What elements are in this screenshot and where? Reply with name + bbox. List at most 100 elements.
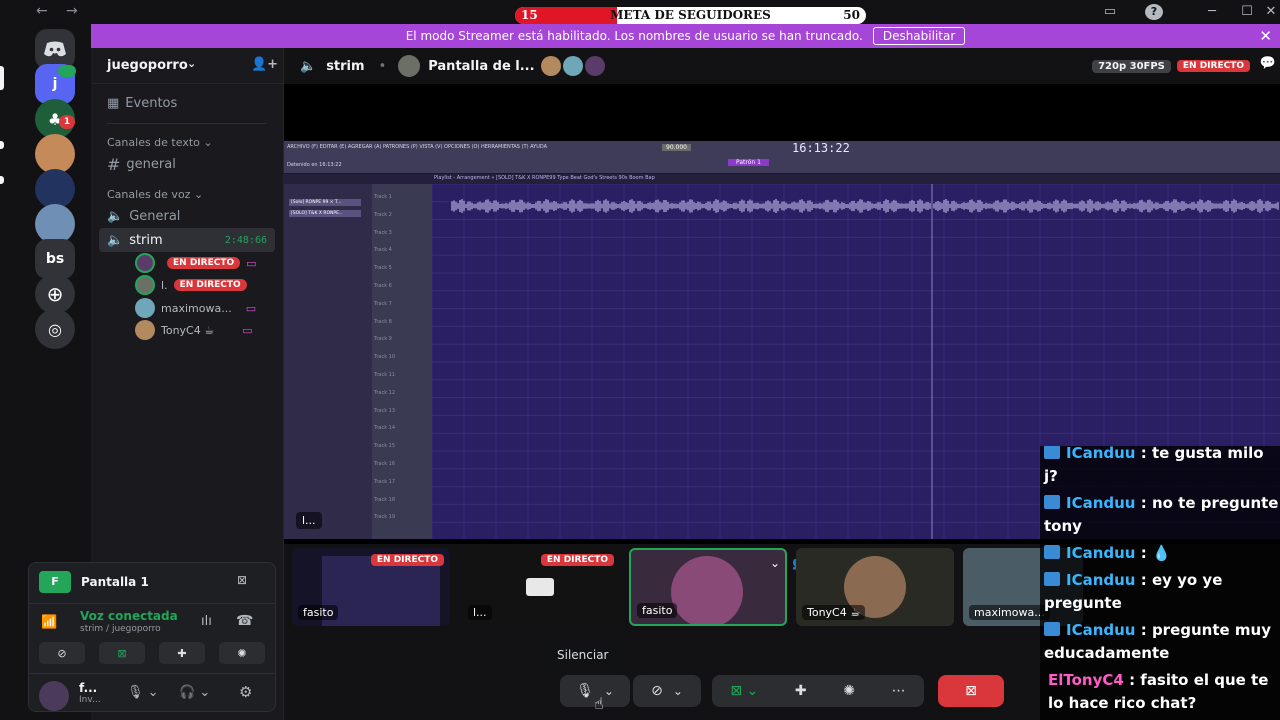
- disconnect-icon[interactable]: ☎: [236, 613, 253, 629]
- soundboard-icon[interactable]: ✺: [843, 683, 855, 699]
- live-badge: EN DIRECTO: [167, 257, 241, 269]
- guild-header[interactable]: juegoporro ⌄ 👤+: [91, 48, 284, 84]
- fl-playlist-title: Playlist - Arrangement » [SOLO] T&K X RO…: [434, 175, 655, 181]
- events-item[interactable]: ▦ Eventos: [99, 91, 275, 115]
- voice-category[interactable]: Canales de voz ⌄: [107, 188, 203, 201]
- fl-time: 16:13:22: [792, 141, 850, 155]
- participant-tile[interactable]: EN DIRECTO l...: [462, 548, 620, 626]
- fl-track-label: Track 17: [374, 478, 396, 485]
- fl-track-label: Track 2: [374, 211, 392, 218]
- server-photo-2[interactable]: [35, 169, 75, 209]
- tile-label: l...: [468, 605, 492, 620]
- mention-badge: 1: [59, 115, 75, 129]
- participant-tile[interactable]: TonyC4 ☕: [796, 548, 954, 626]
- fl-picker-panel: [Solo] RONPE 99 × T... [SOLO] T&K X RONP…: [284, 184, 372, 539]
- voice-connection-panel: F Pantalla 1 ⊠ 📶 Voz conectada strim / j…: [28, 562, 276, 712]
- add-server-icon[interactable]: ⊕: [35, 274, 75, 314]
- voice-channel-path: strim / juegoporro: [80, 624, 161, 634]
- participant-tile[interactable]: EN DIRECTO fasito: [292, 548, 450, 626]
- close-icon[interactable]: ✕: [1259, 27, 1272, 45]
- mouse-cursor: ☝: [594, 694, 604, 713]
- chat-author: ICanduu: [1066, 544, 1136, 562]
- server-photo-3[interactable]: [35, 204, 75, 244]
- close-window-icon[interactable]: ✕: [1262, 4, 1280, 20]
- fl-track-list: Track 1 Track 2 Track 3 Track 4 Track 5 Track…: [372, 184, 432, 539]
- disable-streamer-mode-button[interactable]: Deshabilitar: [872, 27, 966, 45]
- discord-home-icon[interactable]: [35, 29, 75, 69]
- platform-icon: [1044, 545, 1060, 559]
- camera-button[interactable]: ⊘: [39, 642, 85, 664]
- stop-stream-icon[interactable]: ⊠: [237, 573, 247, 587]
- text-category[interactable]: Canales de texto ⌄: [107, 136, 213, 149]
- settings-gear-icon[interactable]: ⚙: [239, 683, 252, 701]
- fl-track-label: Track 19: [374, 514, 396, 521]
- soundboard-button[interactable]: ✺: [219, 642, 265, 664]
- help-icon[interactable]: ?: [1145, 4, 1163, 20]
- discover-icon[interactable]: ◎: [35, 309, 75, 349]
- avatar: [135, 253, 155, 273]
- server-photo-1[interactable]: [35, 134, 75, 174]
- forward-arrow-icon[interactable]: →: [66, 3, 78, 19]
- avatar[interactable]: [39, 681, 69, 711]
- back-arrow-icon[interactable]: ←: [36, 3, 48, 19]
- channel-general[interactable]: # general: [99, 152, 275, 176]
- invite-members-icon[interactable]: 👤+: [251, 57, 278, 72]
- voice-user[interactable]: EN DIRECTO ▭: [135, 253, 257, 273]
- avatar: [135, 275, 155, 295]
- maximize-icon[interactable]: ☐: [1238, 4, 1256, 20]
- minimize-icon[interactable]: ─: [1203, 4, 1221, 20]
- fl-pattern: Patrón 1: [728, 159, 769, 166]
- avatar: [584, 56, 605, 76]
- fl-track-label: Track 1: [374, 194, 392, 200]
- noise-suppression-icon[interactable]: ılı: [201, 614, 212, 629]
- guild-name: juegoporro: [107, 58, 188, 73]
- chat-message: ElTonyC4 : fasito el que te lo hace rico…: [1044, 669, 1280, 715]
- participant-tile[interactable]: fasito: [629, 548, 787, 626]
- fl-clip: [SOLO] T&K X RONPE..: [289, 210, 361, 217]
- speaker-icon: 🔈: [107, 208, 124, 224]
- headphones-icon[interactable]: 🎧 ⌄: [179, 685, 210, 700]
- chevron-down-icon[interactable]: ⌄: [604, 684, 614, 698]
- chat-message: ICanduu : te gusta milo j?: [1044, 446, 1280, 488]
- share-screen-icon[interactable]: ⊠ ⌄: [730, 683, 758, 699]
- voice-channel-strim[interactable]: 🔈 strim 2:48:66: [99, 228, 275, 252]
- voice-user[interactable]: l. EN DIRECTO: [135, 275, 247, 295]
- avatar: [135, 298, 155, 318]
- chat-author: ICanduu: [1066, 621, 1136, 639]
- voice-channel-general[interactable]: 🔈 General: [99, 204, 275, 228]
- avatar: [562, 56, 583, 76]
- voice-status[interactable]: Voz conectada: [80, 609, 178, 623]
- share-screen-button[interactable]: ⊠: [99, 642, 145, 664]
- platform-icon: [1044, 495, 1060, 509]
- activities-button[interactable]: ✚: [159, 642, 205, 664]
- live-badge: EN DIRECTO: [370, 554, 444, 566]
- live-badge: EN DIRECTO: [1176, 60, 1250, 72]
- chat-author: ICanduu: [1066, 446, 1136, 462]
- server-bs[interactable]: bs: [35, 239, 75, 279]
- disconnect-button[interactable]: ⊠: [938, 675, 1004, 707]
- activities-icon[interactable]: ✚: [795, 683, 807, 699]
- platform-icon: [1044, 446, 1060, 459]
- microphone-icon[interactable]: 🎙 ⌄: [127, 685, 159, 700]
- fl-toolbar: ARCHIVO (F) EDITAR (E) AGREGAR (A) PATRO…: [284, 141, 1280, 174]
- voice-user[interactable]: maximowa... ▭: [135, 298, 256, 318]
- more-options-icon[interactable]: ⋯: [892, 683, 906, 699]
- fl-track-label: Track 14: [374, 425, 396, 432]
- avatar: [398, 55, 421, 77]
- speaker-icon: 🔈: [107, 232, 124, 248]
- camera-button[interactable]: ⊘ ⌄: [633, 675, 701, 707]
- channel-header: 🔈 strim • Pantalla de l... 720p 30FPS EN…: [284, 48, 1280, 84]
- speaker-icon: 🔈: [300, 58, 317, 74]
- signal-icon[interactable]: 📶: [41, 615, 57, 630]
- fl-track-label: Track 5: [374, 265, 392, 272]
- header-channel-name: strim: [326, 58, 365, 74]
- fl-track-label: Track 8: [374, 318, 392, 325]
- chat-bubble-icon[interactable]: 💬: [1260, 56, 1276, 71]
- chevron-down-icon[interactable]: ⌄: [770, 556, 780, 570]
- fl-track-label: Track 16: [374, 461, 396, 467]
- stream-quality-badge: 720p 30FPS: [1092, 59, 1171, 73]
- live-badge: EN DIRECTO: [173, 279, 247, 291]
- chevron-down-icon[interactable]: ⌄: [673, 684, 683, 698]
- voice-user[interactable]: TonyC4 ☕ ▭: [135, 320, 253, 340]
- inbox-icon[interactable]: ▭: [1101, 4, 1119, 20]
